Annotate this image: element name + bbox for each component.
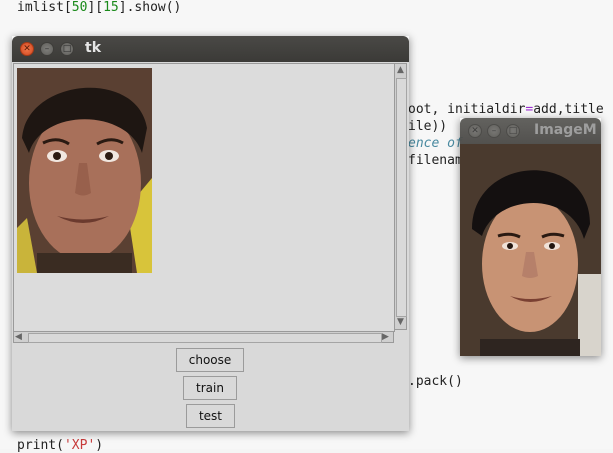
close-icon[interactable]: ✕	[20, 42, 34, 56]
titlebar[interactable]: ✕ – □ tk	[12, 36, 409, 62]
face-photo	[460, 144, 601, 356]
vertical-scrollbar[interactable]: ▲ ▼	[394, 63, 407, 330]
code-line: print('XP')	[17, 438, 104, 453]
window-title: ImageM	[534, 122, 597, 138]
window-client: ▲ ▼ ◀ ▶ choose train test	[12, 62, 409, 431]
minimize-icon[interactable]: –	[40, 42, 54, 56]
tk-window: ✕ – □ tk ▲ ▼ ◀ ▶ choose train test	[12, 36, 409, 431]
window-title: tk	[85, 40, 102, 56]
code-line: filenam	[408, 153, 463, 168]
train-button[interactable]: train	[183, 376, 237, 400]
code-comment: ence of	[408, 136, 463, 151]
scroll-down-icon[interactable]: ▼	[397, 317, 404, 327]
scroll-left-icon[interactable]: ◀	[15, 332, 22, 342]
choose-button[interactable]: choose	[176, 348, 244, 372]
scroll-thumb[interactable]	[396, 78, 407, 317]
minimize-icon[interactable]: –	[487, 124, 501, 138]
code-line: .pack()	[408, 374, 463, 389]
titlebar[interactable]: ✕ – □ ImageM	[460, 118, 601, 144]
scroll-right-icon[interactable]: ▶	[382, 332, 389, 342]
code-line: oot, initialdir=add,title	[408, 102, 604, 117]
scroll-up-icon[interactable]: ▲	[397, 65, 404, 75]
image-canvas[interactable]	[13, 63, 395, 332]
horizontal-scrollbar[interactable]: ◀ ▶	[13, 331, 394, 343]
scroll-thumb[interactable]	[28, 333, 382, 343]
code-line: imlist[50][15].show()	[17, 0, 182, 15]
maximize-icon[interactable]: □	[506, 124, 520, 138]
image-window: ✕ – □ ImageM	[460, 118, 601, 356]
face-photo	[17, 68, 152, 273]
close-icon[interactable]: ✕	[468, 124, 482, 138]
code-line: ile))	[408, 119, 448, 134]
maximize-icon[interactable]: □	[60, 42, 74, 56]
test-button[interactable]: test	[186, 404, 235, 428]
